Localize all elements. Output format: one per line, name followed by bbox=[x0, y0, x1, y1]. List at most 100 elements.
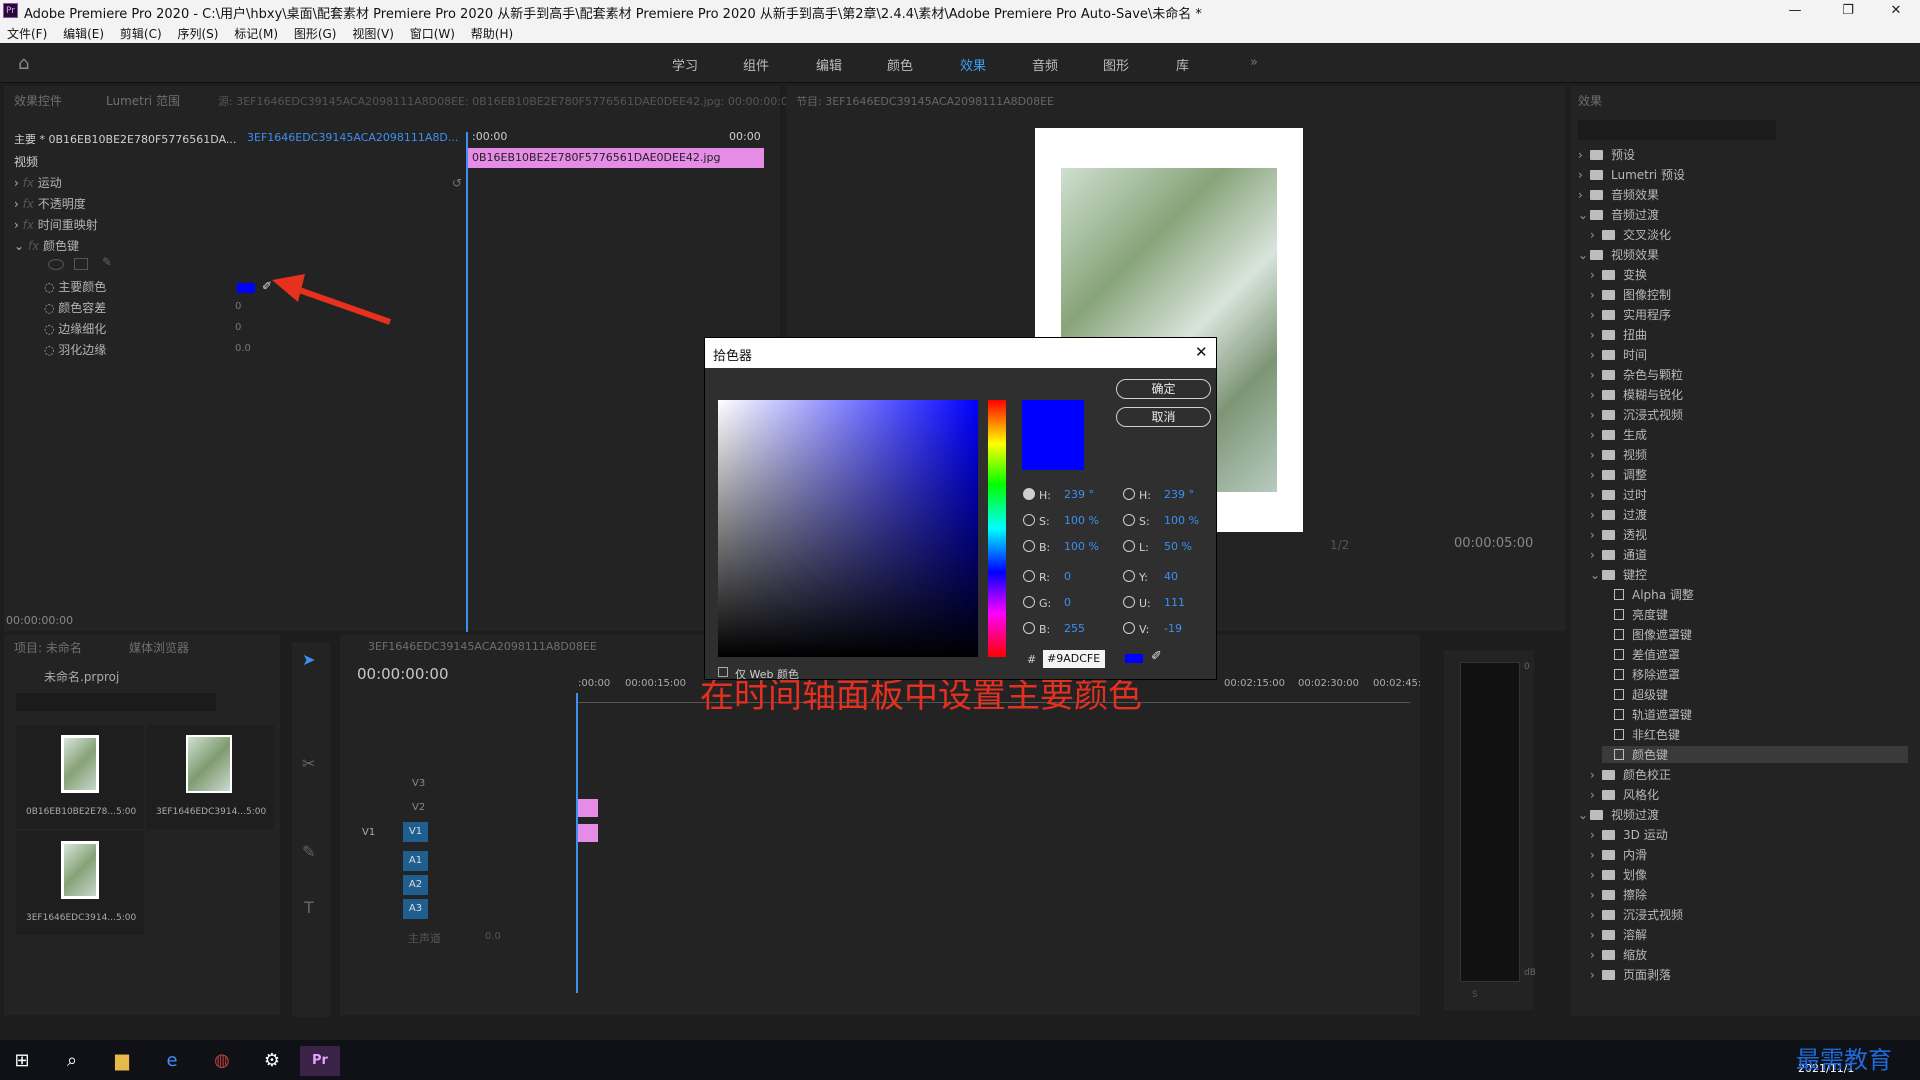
windows-start-icon[interactable]: ⊞ bbox=[2, 1046, 42, 1076]
effects-tree-item[interactable]: 颜色键 bbox=[1602, 746, 1908, 763]
radio-hsb-s[interactable] bbox=[1023, 514, 1035, 526]
effects-tree-item[interactable]: › 通道 bbox=[1590, 546, 1647, 563]
effects-tree-item[interactable]: › 划像 bbox=[1590, 866, 1647, 883]
effects-tree-item[interactable]: › 溶解 bbox=[1590, 926, 1647, 943]
app-icon[interactable]: ◍ bbox=[202, 1046, 242, 1076]
chevron-right-icon[interactable]: › bbox=[1590, 768, 1602, 782]
radio-rgb-r[interactable] bbox=[1023, 570, 1035, 582]
pen-tool-icon[interactable]: ✎ bbox=[302, 842, 315, 861]
chevron-right-icon[interactable]: › bbox=[1578, 168, 1590, 182]
chevron-right-icon[interactable]: › bbox=[1590, 828, 1602, 842]
value-hsb-h[interactable]: 239 ° bbox=[1064, 488, 1094, 501]
radio-hsl-s[interactable] bbox=[1123, 514, 1135, 526]
track-label[interactable]: A3 bbox=[403, 899, 428, 919]
chevron-down-icon[interactable]: ⌄ bbox=[1578, 248, 1590, 262]
chevron-right-icon[interactable]: › bbox=[1590, 888, 1602, 902]
value-v[interactable]: -19 bbox=[1164, 622, 1182, 635]
track-label[interactable]: A2 bbox=[403, 875, 428, 895]
cancel-button[interactable]: 取消 bbox=[1116, 407, 1211, 427]
chevron-right-icon[interactable]: › bbox=[1590, 508, 1602, 522]
workspace-tab-effects[interactable]: 效果 bbox=[960, 55, 986, 74]
master-clip-label[interactable]: 主要 * 0B16EB10BE2E780F5776561DA... bbox=[14, 131, 236, 147]
chevron-right-icon[interactable]: › bbox=[1590, 228, 1602, 242]
track-v1[interactable]: V1 V1 bbox=[340, 822, 1420, 844]
radio-rgb-b[interactable] bbox=[1023, 622, 1035, 634]
effects-tree-item[interactable]: › 页面剥落 bbox=[1590, 966, 1671, 983]
chevron-right-icon[interactable]: › bbox=[1590, 788, 1602, 802]
chevron-right-icon[interactable]: › bbox=[1590, 528, 1602, 542]
effects-tree-item[interactable]: › 预设 bbox=[1578, 146, 1635, 163]
effects-tree-item[interactable]: › 图像控制 bbox=[1590, 286, 1671, 303]
tab-media-browser[interactable]: 媒体浏览器 bbox=[129, 639, 189, 656]
effects-tree-item[interactable]: › 交叉淡化 bbox=[1590, 226, 1671, 243]
track-label[interactable]: A1 bbox=[403, 851, 428, 871]
effects-tree-item[interactable]: 移除遮罩 bbox=[1602, 666, 1680, 683]
tab-effect-controls[interactable]: 效果控件 bbox=[14, 92, 62, 109]
value-y[interactable]: 40 bbox=[1164, 570, 1178, 583]
ec-clip-bar[interactable]: 0B16EB10BE2E780F5776561DAE0DEE42.jpg bbox=[468, 148, 764, 168]
chevron-right-icon[interactable]: › bbox=[1590, 928, 1602, 942]
pen-mask-icon[interactable]: ✎ bbox=[102, 255, 112, 269]
key-color-swatch[interactable] bbox=[237, 283, 255, 293]
value-hsl-h[interactable]: 239 ° bbox=[1164, 488, 1194, 501]
master-track-value[interactable]: 0.0 bbox=[485, 931, 501, 942]
chevron-right-icon[interactable]: › bbox=[1590, 468, 1602, 482]
clip-v1[interactable] bbox=[578, 824, 598, 842]
tab-lumetri-scopes[interactable]: Lumetri 范围 bbox=[106, 92, 180, 109]
chevron-right-icon[interactable]: › bbox=[1590, 328, 1602, 342]
value-b[interactable]: 255 bbox=[1064, 622, 1085, 635]
workspace-tab-color[interactable]: 颜色 bbox=[887, 55, 913, 74]
clip-v2[interactable] bbox=[578, 799, 598, 817]
effects-tree-item[interactable]: 超级键 bbox=[1602, 686, 1668, 703]
track-v3[interactable]: V3 bbox=[340, 773, 1420, 795]
effects-search-input[interactable] bbox=[1578, 120, 1776, 140]
meter-solo-button[interactable]: S bbox=[1472, 990, 1478, 1000]
project-item-1[interactable]: 0B16EB10BE2E78... 5:00 bbox=[16, 725, 144, 829]
tab-project[interactable]: 项目: 未命名 bbox=[14, 639, 82, 656]
effects-tree-item[interactable]: › 沉浸式视频 bbox=[1590, 906, 1683, 923]
workspace-tab-assembly[interactable]: 组件 bbox=[743, 55, 769, 74]
effects-tree-item[interactable]: › 风格化 bbox=[1590, 786, 1659, 803]
effects-tree-item[interactable]: › 时间 bbox=[1590, 346, 1647, 363]
effects-tree-item[interactable]: Alpha 调整 bbox=[1602, 586, 1694, 603]
maximize-button[interactable]: ❐ bbox=[1828, 1, 1868, 21]
effects-tree-item[interactable]: ⌄ 键控 bbox=[1590, 566, 1647, 583]
project-search-input[interactable] bbox=[16, 693, 216, 711]
effects-tree-item[interactable]: ⌄ 视频过渡 bbox=[1578, 806, 1659, 823]
chevron-right-icon[interactable]: › bbox=[1590, 948, 1602, 962]
radio-yuv-y[interactable] bbox=[1123, 570, 1135, 582]
chevron-right-icon[interactable]: › bbox=[1590, 388, 1602, 402]
effects-tree-item[interactable]: › 颜色校正 bbox=[1590, 766, 1671, 783]
effects-tree-item[interactable]: ⌄ 音频过渡 bbox=[1578, 206, 1659, 223]
reset-icon[interactable]: ↺ bbox=[452, 176, 462, 190]
menu-view[interactable]: 视图(V) bbox=[345, 22, 399, 42]
hue-slider[interactable] bbox=[988, 400, 1006, 657]
track-v2[interactable]: V2 bbox=[340, 797, 1420, 819]
radio-hsl-h[interactable] bbox=[1123, 488, 1135, 500]
workspace-more-button[interactable]: » bbox=[1250, 55, 1258, 70]
effects-tree-item[interactable]: 亮度键 bbox=[1602, 606, 1668, 623]
value-hsb-b[interactable]: 100 % bbox=[1064, 540, 1099, 553]
sequence-clip-label[interactable]: 3EF1646EDC39145ACA2098111A8D... bbox=[247, 131, 458, 144]
chevron-right-icon[interactable]: › bbox=[1590, 348, 1602, 362]
value-hsl-l[interactable]: 50 % bbox=[1164, 540, 1192, 553]
chevron-right-icon[interactable]: › bbox=[1590, 448, 1602, 462]
effects-tree-item[interactable]: › 过渡 bbox=[1590, 506, 1647, 523]
value-r[interactable]: 0 bbox=[1064, 570, 1071, 583]
chevron-right-icon[interactable]: › bbox=[1590, 968, 1602, 982]
effects-tree-item[interactable]: › 沉浸式视频 bbox=[1590, 406, 1683, 423]
premiere-taskbar-icon[interactable]: Pr bbox=[300, 1046, 340, 1076]
effects-tree-item[interactable]: 差值遮罩 bbox=[1602, 646, 1680, 663]
track-a1[interactable]: A1 bbox=[340, 851, 1420, 873]
ellipse-mask-icon[interactable] bbox=[48, 259, 64, 270]
workspace-tab-graphics[interactable]: 图形 bbox=[1103, 55, 1129, 74]
effects-tree-item[interactable]: › 实用程序 bbox=[1590, 306, 1671, 323]
radio-hsb-b[interactable] bbox=[1023, 540, 1035, 552]
effects-tree-item[interactable]: › 过时 bbox=[1590, 486, 1647, 503]
effects-tree-item[interactable]: › 杂色与颗粒 bbox=[1590, 366, 1683, 383]
selection-tool-icon[interactable]: ➤ bbox=[302, 650, 315, 669]
dialog-close-icon[interactable]: ✕ bbox=[1195, 343, 1208, 361]
type-tool-icon[interactable]: T bbox=[304, 898, 314, 917]
rectangle-mask-icon[interactable] bbox=[74, 258, 88, 270]
effects-tree-item[interactable]: › 视频 bbox=[1590, 446, 1647, 463]
